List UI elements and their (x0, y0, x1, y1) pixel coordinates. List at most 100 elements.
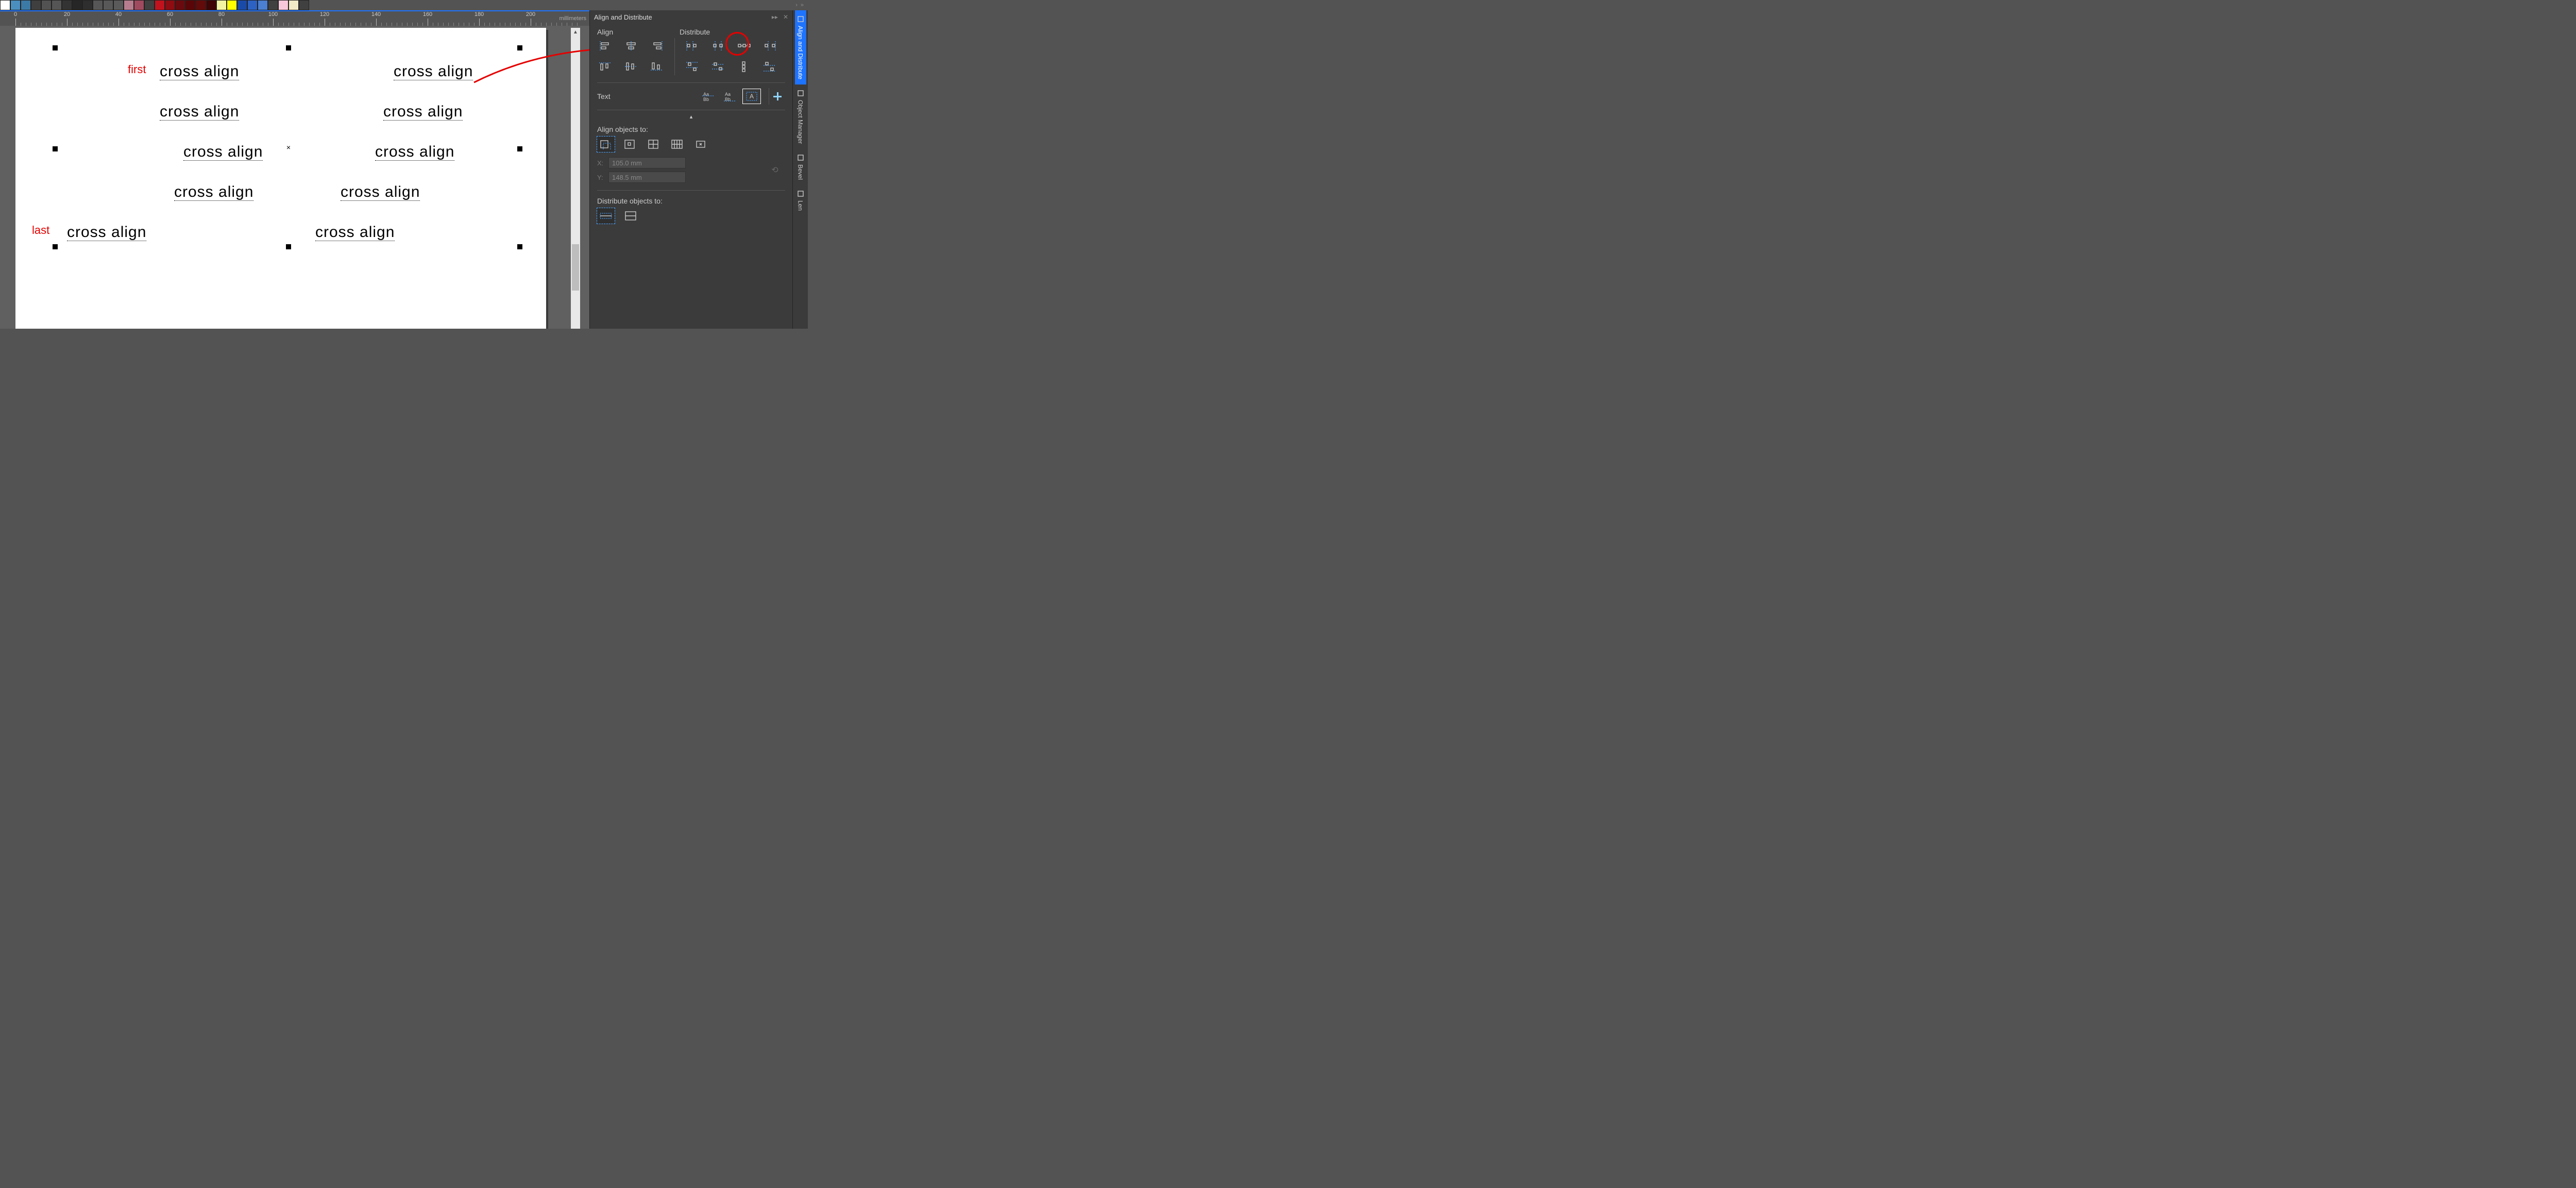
docker-title-label: Align and Distribute (594, 13, 652, 21)
text-object[interactable]: cross align (341, 184, 420, 200)
palette-swatch[interactable] (196, 0, 206, 10)
palette-swatch[interactable] (299, 0, 309, 10)
docker-close-icon[interactable]: ✕ (783, 13, 788, 21)
palette-swatch[interactable] (144, 0, 155, 10)
text-object[interactable]: cross align (315, 225, 395, 240)
palette-swatch[interactable] (113, 0, 124, 10)
text-object[interactable]: cross align (160, 64, 239, 79)
palette-swatch[interactable] (216, 0, 227, 10)
dist-left-button[interactable] (682, 38, 703, 54)
text-object[interactable]: cross align (174, 184, 253, 200)
align-bottom-button[interactable] (647, 59, 667, 74)
distribute-target-page-extent-button[interactable] (622, 208, 639, 224)
align-top-button[interactable] (595, 59, 616, 74)
palette-swatch[interactable] (0, 0, 10, 10)
palette-swatch[interactable] (175, 0, 185, 10)
palette-swatch[interactable] (124, 0, 134, 10)
text-object[interactable]: cross align (383, 104, 463, 120)
scroll-up-icon[interactable]: ▲ (571, 28, 580, 37)
align-x-input[interactable] (608, 157, 686, 168)
align-center-v-button[interactable] (621, 59, 641, 74)
selection-center-icon[interactable]: × (286, 143, 291, 151)
align-objects-to-label: Align objects to: (590, 121, 792, 137)
palette-swatch[interactable] (31, 0, 41, 10)
dist-center-h-button[interactable] (708, 38, 728, 54)
docker-collapse-icon[interactable]: ▸▸ (772, 13, 778, 21)
point-lock-icon[interactable]: ⟲ (765, 165, 785, 175)
palette-swatch[interactable] (227, 0, 237, 10)
page[interactable]: × cross align cross align cross align cross … (15, 28, 546, 329)
text-object[interactable]: cross align (160, 104, 239, 120)
palette-swatch[interactable] (10, 0, 21, 10)
palette-swatch[interactable] (72, 0, 82, 10)
align-target-active-objects-button[interactable] (597, 137, 615, 152)
dist-bottom-button[interactable] (759, 59, 780, 74)
palette-scroll-right-icon[interactable]: › (795, 2, 798, 8)
docker-titlebar[interactable]: Align and Distribute ▸▸ ✕ (590, 10, 792, 24)
selection-handle[interactable] (286, 244, 291, 249)
palette-swatch[interactable] (278, 0, 289, 10)
palette-swatch[interactable] (268, 0, 278, 10)
palette-swatch[interactable] (165, 0, 175, 10)
use-object-outline-button[interactable] (769, 88, 785, 105)
dist-spacing-h-button[interactable] (734, 38, 754, 54)
distribute-target-selection-extent-button[interactable] (597, 208, 615, 224)
text-baseline-last-button[interactable]: AaBb (721, 89, 739, 104)
ruler-tick-label: 80 (218, 11, 225, 18)
ruler-tick-label: 40 (115, 11, 122, 18)
align-target-point-button[interactable] (692, 137, 709, 152)
text-object[interactable]: cross align (375, 144, 454, 160)
drawing-stage[interactable]: × cross align cross align cross align cross … (0, 26, 589, 329)
dist-top-button[interactable] (682, 59, 703, 74)
palette-swatch[interactable] (62, 0, 72, 10)
palette-swatch[interactable] (247, 0, 258, 10)
docker-tab-align-and-distribute[interactable]: Align and Distribute (795, 10, 806, 84)
text-object[interactable]: cross align (67, 225, 146, 240)
scrollbar-thumb[interactable] (572, 244, 579, 291)
vertical-scrollbar[interactable]: ▲ (571, 28, 580, 329)
selection-handle[interactable] (53, 244, 58, 249)
docker-tab-lens[interactable]: Len (795, 185, 806, 216)
selection-handle[interactable] (286, 45, 291, 50)
text-baseline-first-button[interactable]: AaBb (700, 89, 717, 104)
docker-tabstrip: Align and DistributeObject ManagerBevelL… (792, 10, 808, 329)
palette-swatch[interactable] (185, 0, 196, 10)
palette-more-icon[interactable]: » (801, 2, 804, 8)
palette-swatch[interactable] (258, 0, 268, 10)
align-center-h-button[interactable] (621, 38, 641, 54)
palette-swatch[interactable] (52, 0, 62, 10)
palette-swatch[interactable] (289, 0, 299, 10)
ruler-tick-label: 140 (371, 11, 381, 18)
text-bounding-button[interactable]: A (743, 89, 760, 104)
palette-swatch[interactable] (155, 0, 165, 10)
align-target-grid-button[interactable] (668, 137, 686, 152)
align-right-button[interactable] (647, 38, 667, 54)
selection-handle[interactable] (517, 45, 522, 50)
palette-swatch[interactable] (82, 0, 93, 10)
align-left-button[interactable] (595, 38, 616, 54)
palette-swatch[interactable] (93, 0, 103, 10)
palette-swatch[interactable] (21, 0, 31, 10)
docker-tab-bevel[interactable]: Bevel (795, 149, 806, 185)
selection-handle[interactable] (517, 146, 522, 151)
dist-spacing-v-button[interactable] (734, 59, 754, 74)
horizontal-ruler[interactable]: 020406080100120140160180200 millimeters (0, 10, 589, 26)
dist-right-button[interactable] (759, 38, 780, 54)
selection-handle[interactable] (53, 45, 58, 50)
selection-handle[interactable] (517, 244, 522, 249)
palette-swatch[interactable] (206, 0, 216, 10)
palette-swatch[interactable] (134, 0, 144, 10)
section-collapse-icon[interactable]: ▴ (590, 112, 792, 121)
dist-center-v-button[interactable] (708, 59, 728, 74)
align-target-page-center-button[interactable] (645, 137, 662, 152)
text-object[interactable]: cross align (394, 64, 473, 79)
align-y-input[interactable] (608, 172, 686, 183)
selection-handle[interactable] (53, 146, 58, 151)
palette-swatch[interactable] (103, 0, 113, 10)
palette-swatch[interactable] (41, 0, 52, 10)
align-target-page-edge-button[interactable] (621, 137, 638, 152)
text-object[interactable]: cross align (183, 144, 263, 160)
palette-swatch[interactable] (237, 0, 247, 10)
docker-tab-object-manager[interactable]: Object Manager (795, 84, 806, 149)
ruler-tick-label: 180 (474, 11, 484, 18)
